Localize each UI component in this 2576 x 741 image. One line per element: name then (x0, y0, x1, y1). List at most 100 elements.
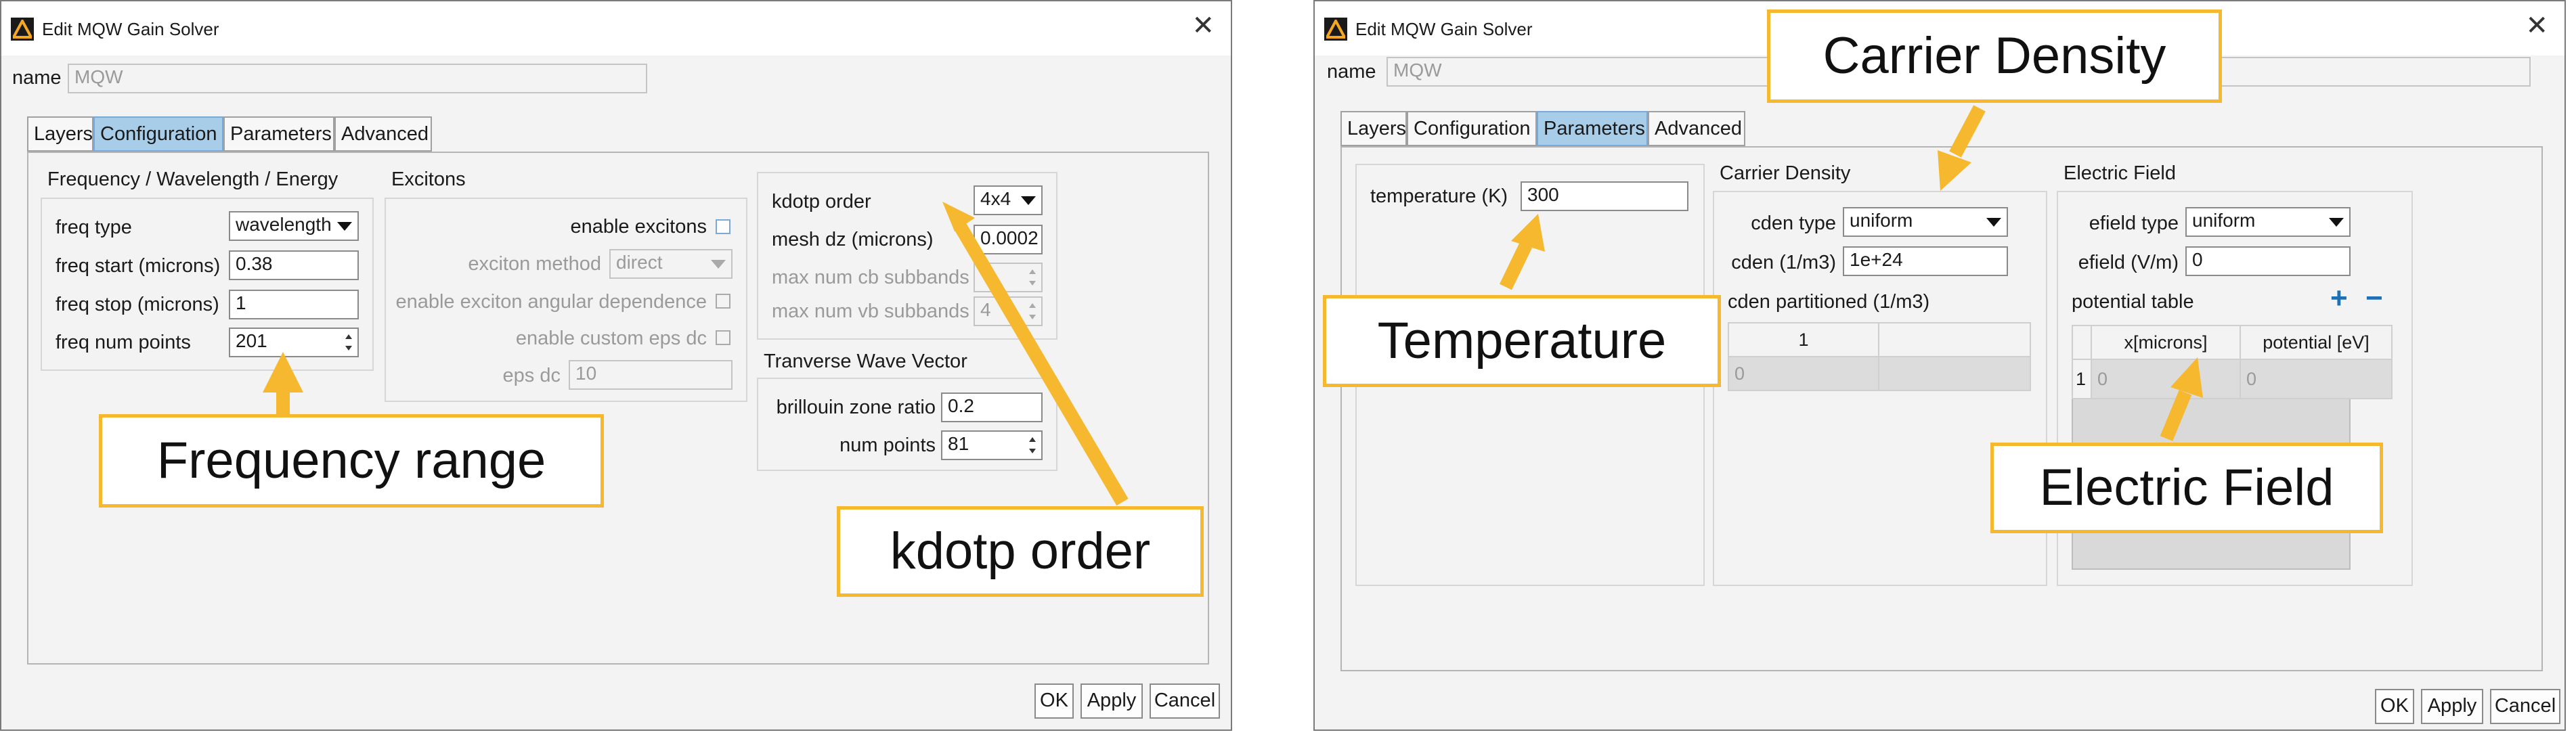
cden-type-select[interactable]: uniform (1843, 207, 2008, 237)
tab-configuration[interactable]: Configuration (1407, 111, 1537, 146)
exciton-method-label: exciton method (468, 253, 601, 275)
ok-button[interactable]: OK (2375, 689, 2414, 724)
freq-group-title: Frequency / Wavelength / Energy (47, 169, 339, 190)
chevron-down-icon (1986, 218, 2001, 227)
custom-eps-checkbox[interactable] (716, 330, 730, 345)
num-points-label: num points (839, 434, 936, 456)
wave-group-title: Tranverse Wave Vector (764, 351, 967, 372)
max-cb-label: max num cb subbands (772, 267, 969, 288)
freq-type-value: wavelength (236, 214, 332, 235)
tab-advanced[interactable]: Advanced (1648, 111, 1745, 146)
cden-table-header: 1 (1728, 322, 1879, 357)
cden-label: cden (1/m3) (1731, 252, 1836, 273)
custom-eps-label: enable custom eps dc (515, 328, 707, 349)
cden-table-header-empty (1878, 322, 2031, 357)
title-bar: Edit MQW Gain Solver ✕ (1, 1, 1231, 55)
exciton-method-select[interactable]: direct (609, 249, 733, 279)
chevron-down-icon (711, 260, 726, 269)
ok-button[interactable]: OK (1034, 683, 1074, 719)
spin-down-icon[interactable] (1029, 281, 1036, 286)
freq-stop-label: freq stop (microns) (56, 294, 219, 315)
tab-advanced[interactable]: Advanced (334, 116, 432, 152)
kdotp-order-value: 4x4 (980, 188, 1011, 209)
freq-points-label: freq num points (56, 332, 191, 353)
potential-table-label: potential table (2072, 291, 2194, 313)
enable-excitons-checkbox[interactable] (716, 219, 730, 234)
annotation-carrier-density: Carrier Density (1767, 9, 2222, 103)
max-cb-spinner[interactable] (974, 263, 1043, 292)
spin-up-icon[interactable] (1029, 303, 1036, 308)
kdotp-order-select[interactable]: 4x4 (974, 185, 1043, 215)
tab-layers[interactable]: Layers (1340, 111, 1407, 146)
close-icon[interactable]: ✕ (1192, 12, 1215, 39)
num-points-spinner[interactable]: 81 (941, 430, 1043, 460)
bz-ratio-field[interactable]: 0.2 (941, 392, 1043, 422)
exciton-angular-label: enable exciton angular dependence (395, 291, 707, 313)
cden-field[interactable]: 1e+24 (1843, 246, 2008, 276)
max-vb-label: max num vb subbands (772, 300, 969, 322)
potential-col-x: x[microns] (2091, 325, 2241, 360)
kdotp-order-label: kdotp order (772, 191, 871, 212)
tab-layers[interactable]: Layers (27, 116, 93, 152)
efield-group-title: Electric Field (2064, 162, 2176, 184)
name-field[interactable]: MQW (68, 64, 647, 93)
cancel-button[interactable]: Cancel (2490, 689, 2560, 724)
apply-button[interactable]: Apply (1080, 683, 1143, 719)
cden-type-label: cden type (1751, 212, 1836, 234)
spin-up-icon[interactable] (1029, 437, 1036, 442)
temperature-label: temperature (K) (1370, 185, 1508, 207)
potential-cell-x[interactable]: 0 (2091, 359, 2241, 399)
efield-type-select[interactable]: uniform (2185, 207, 2351, 237)
spin-down-icon[interactable] (1029, 449, 1036, 453)
carrier-group-title: Carrier Density (1720, 162, 1851, 184)
dialog-configuration: Edit MQW Gain Solver ✕ name MQW Layers C… (0, 0, 1232, 731)
close-icon[interactable]: ✕ (2525, 12, 2548, 39)
freq-stop-field[interactable]: 1 (229, 290, 359, 319)
freq-start-field[interactable]: 0.38 (229, 250, 359, 280)
freq-points-spinner[interactable]: 201 (229, 328, 359, 357)
num-points-value: 81 (948, 433, 969, 454)
eps-dc-label: eps dc (502, 365, 561, 386)
freq-type-label: freq type (56, 217, 132, 238)
exciton-group-title: Excitons (391, 169, 466, 190)
efield-label: efield (V/m) (2078, 252, 2179, 273)
chevron-down-icon (2329, 218, 2344, 227)
app-logo-icon (11, 18, 34, 41)
cancel-button[interactable]: Cancel (1150, 683, 1220, 719)
mesh-dz-field[interactable]: 0.0002 (974, 225, 1043, 254)
add-row-icon[interactable]: + (2330, 282, 2348, 315)
cden-table-cell-empty[interactable] (1878, 356, 2031, 391)
potential-row-header: 1 (2072, 359, 2092, 399)
max-vb-spinner[interactable]: 4 (974, 296, 1043, 326)
tab-parameters[interactable]: Parameters (223, 116, 334, 152)
annotation-frequency-range: Frequency range (99, 414, 604, 508)
eps-dc-field[interactable]: 10 (569, 360, 733, 390)
freq-points-value: 201 (236, 330, 267, 351)
exciton-angular-checkbox[interactable] (716, 294, 730, 309)
temperature-field[interactable]: 300 (1521, 181, 1688, 211)
exciton-method-value: direct (616, 252, 663, 273)
spin-up-icon[interactable] (345, 334, 352, 339)
potential-col-potential: potential [eV] (2240, 325, 2393, 360)
efield-type-value: uniform (2192, 210, 2256, 231)
name-label: name (12, 67, 62, 89)
bz-ratio-label: brillouin zone ratio (776, 397, 936, 418)
tab-configuration[interactable]: Configuration (93, 116, 223, 152)
freq-start-label: freq start (microns) (56, 255, 221, 277)
spin-down-icon[interactable] (1029, 315, 1036, 319)
max-vb-value: 4 (980, 299, 991, 320)
freq-type-select[interactable]: wavelength (229, 211, 359, 241)
remove-row-icon[interactable]: − (2365, 282, 2383, 315)
tab-parameters[interactable]: Parameters (1537, 111, 1648, 146)
window-title: Edit MQW Gain Solver (1355, 19, 1533, 39)
cden-partitioned-label: cden partitioned (1/m3) (1728, 291, 1930, 313)
spin-up-icon[interactable] (1029, 269, 1036, 274)
apply-button[interactable]: Apply (2421, 689, 2483, 724)
potential-cell-potential[interactable]: 0 (2240, 359, 2393, 399)
cden-type-value: uniform (1850, 210, 1913, 231)
annotation-electric-field: Electric Field (1990, 443, 2383, 533)
spin-down-icon[interactable] (345, 346, 352, 351)
annotation-kdotp-order: kdotp order (837, 506, 1204, 597)
efield-field[interactable]: 0 (2185, 246, 2351, 276)
cden-table-cell[interactable]: 0 (1728, 356, 1879, 391)
